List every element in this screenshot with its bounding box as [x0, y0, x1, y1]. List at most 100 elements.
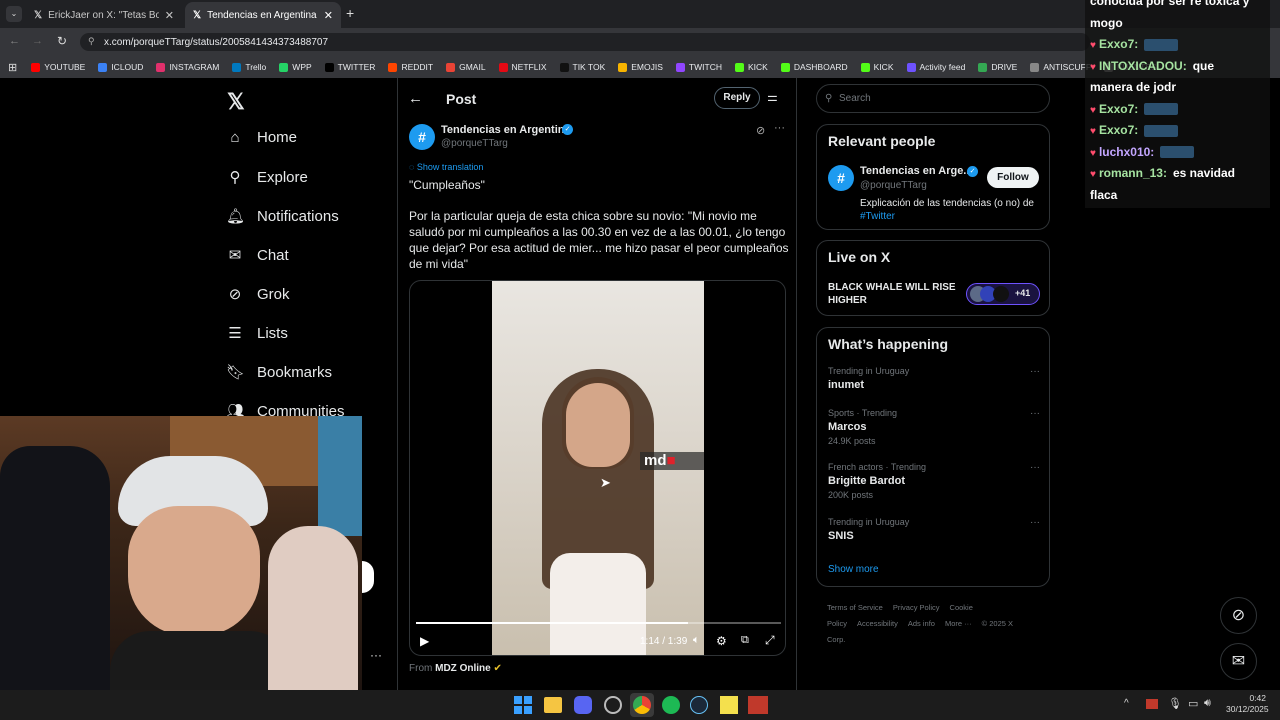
more-options-icon[interactable]: ···: [774, 122, 785, 134]
trend-item[interactable]: Sports · Trending Marcos 24.9K posts ···: [828, 408, 1040, 446]
file-explorer-icon[interactable]: [544, 697, 562, 713]
discord-icon[interactable]: [574, 696, 592, 714]
chrome-active-slot[interactable]: [630, 693, 654, 717]
play-icon[interactable]: ▶: [420, 634, 429, 648]
source-link[interactable]: MDZ Online: [435, 663, 491, 674]
bookmark-item[interactable]: TWITCH: [675, 62, 722, 72]
tab-search-icon[interactable]: ⌄: [6, 6, 22, 22]
hashtag-link[interactable]: #Twitter: [860, 211, 895, 222]
bookmark-item[interactable]: TWITTER: [324, 62, 375, 72]
tab-close-icon[interactable]: ✕: [324, 9, 333, 22]
bookmark-item[interactable]: INSTAGRAM: [156, 62, 219, 72]
nav-item-grok[interactable]: ⊘ Grok: [226, 285, 290, 304]
pip-icon[interactable]: ⧉: [741, 634, 749, 647]
bookmark-item[interactable]: KICK: [860, 62, 894, 72]
bookmark-item[interactable]: Activity feed: [906, 62, 965, 72]
tab-close-icon[interactable]: ✕: [165, 9, 174, 22]
bookmark-item[interactable]: Trello: [232, 62, 266, 72]
account-more-icon[interactable]: ···: [370, 648, 382, 662]
start-button-icon[interactable]: [514, 696, 532, 714]
trend-more-icon[interactable]: ···: [1030, 462, 1040, 473]
footer-link[interactable]: Terms of Service: [827, 603, 883, 612]
tab-erickjaer[interactable]: 𝕏 ErickJaer on X: "Tetas Boxy Fit h ✕: [26, 2, 182, 28]
chat-username[interactable]: Exxo7:: [1099, 37, 1138, 51]
show-more-link[interactable]: Show more: [828, 564, 879, 575]
chat-username[interactable]: INTOXICADOU:: [1099, 59, 1187, 73]
grok-icon[interactable]: ⊘: [756, 124, 765, 137]
live-space-title[interactable]: BLACK WHALE WILL RISE HIGHER: [828, 281, 958, 307]
grok-fab-icon[interactable]: ⊘: [1220, 597, 1257, 634]
follow-button[interactable]: Follow: [987, 167, 1039, 188]
nav-item-notifications[interactable]: 🔔︎ Notifications: [226, 207, 339, 226]
footer-link[interactable]: Accessibility: [857, 619, 898, 628]
spotify-icon[interactable]: [662, 696, 680, 714]
bookmark-item[interactable]: DRIVE: [978, 62, 1017, 72]
trend-item[interactable]: French actors · Trending Brigitte Bardot 2…: [828, 462, 1040, 500]
reply-button[interactable]: Reply: [714, 87, 760, 109]
bookmark-item[interactable]: KICK: [734, 62, 768, 72]
app-icon[interactable]: [748, 696, 768, 714]
nav-item-explore[interactable]: ⚲ Explore: [226, 168, 308, 187]
trend-item[interactable]: Trending in Uruguay inumet ···: [828, 366, 1040, 391]
tray-app-icon[interactable]: [1146, 699, 1158, 709]
clock[interactable]: 0:42 30/12/2025: [1226, 693, 1269, 715]
trend-more-icon[interactable]: ···: [1030, 366, 1040, 377]
avatar[interactable]: #: [828, 165, 854, 191]
volume-tray-icon[interactable]: 🔊︎: [1204, 697, 1211, 710]
avatar[interactable]: #: [409, 124, 435, 150]
footer-link[interactable]: Privacy Policy: [893, 603, 940, 612]
fullscreen-icon[interactable]: ⤢: [765, 633, 775, 648]
video-progress-track[interactable]: [416, 622, 781, 624]
nav-item-lists[interactable]: ☰ Lists: [226, 324, 288, 343]
bookmark-item[interactable]: ICLOUD: [98, 62, 143, 72]
bookmark-item[interactable]: YOUTUBE: [31, 62, 85, 72]
back-arrow-icon[interactable]: ←: [408, 90, 423, 107]
site-info-icon[interactable]: ⚲: [88, 36, 95, 47]
show-translation-link[interactable]: ◌ Show translation: [409, 162, 483, 172]
settings-sliders-icon[interactable]: ⚌: [767, 90, 778, 104]
bookmark-item[interactable]: TIK TOK: [559, 62, 605, 72]
forward-icon[interactable]: →: [32, 35, 43, 47]
bookmark-item[interactable]: NETFLIX: [498, 62, 547, 72]
volume-icon[interactable]: 🔈︎: [693, 634, 700, 647]
footer-link[interactable]: More ···: [945, 619, 972, 628]
bookmark-item[interactable]: ANTISCUFF: [1030, 62, 1091, 72]
microphone-icon[interactable]: 🎙︎: [1168, 697, 1182, 710]
back-icon[interactable]: ←: [9, 35, 20, 47]
author-name[interactable]: Tendencias en Argentina: [441, 124, 571, 136]
tab-tendencias[interactable]: 𝕏 Tendencias en Argentina on X: ✕: [185, 2, 341, 28]
trend-item[interactable]: Trending in Uruguay SNIS ···: [828, 517, 1040, 542]
footer-link[interactable]: Ads info: [908, 619, 935, 628]
network-icon[interactable]: ▭: [1188, 697, 1198, 710]
trend-more-icon[interactable]: ···: [1030, 408, 1040, 419]
bookmark-item[interactable]: GMAIL: [446, 62, 486, 72]
tray-chevron-icon[interactable]: ^: [1124, 698, 1129, 709]
settings-gear-icon[interactable]: ⚙: [716, 634, 727, 648]
nav-item-home[interactable]: ⌂ Home: [226, 129, 297, 146]
nav-item-chat[interactable]: ✉ Chat: [226, 246, 289, 265]
trend-more-icon[interactable]: ···: [1030, 517, 1040, 528]
url-bar[interactable]: ⚲ x.com/porqueTTarg/status/2005841434373…: [80, 33, 1090, 51]
chat-username[interactable]: Exxo7:: [1099, 123, 1138, 137]
apps-icon[interactable]: ⊞: [8, 61, 17, 74]
steam-icon[interactable]: [690, 696, 708, 714]
nav-item-bookmarks[interactable]: 🔖︎ Bookmarks: [226, 363, 332, 382]
obs-icon[interactable]: [604, 696, 622, 714]
chat-username[interactable]: Exxo7:: [1099, 102, 1138, 116]
live-listeners[interactable]: +41: [966, 283, 1040, 305]
video-player[interactable]: md■ ➤ ▶ 1:14 / 1:39 🔈︎ ⚙ ⧉ ⤢: [409, 280, 786, 656]
reload-icon[interactable]: ↻: [57, 34, 67, 48]
chat-username[interactable]: romann_13:: [1099, 166, 1167, 180]
search-input[interactable]: ⚲ Search: [816, 84, 1050, 113]
messages-fab-icon[interactable]: ✉: [1220, 643, 1257, 680]
x-logo-icon[interactable]: 𝕏: [227, 89, 245, 115]
chat-username[interactable]: luchx010:: [1099, 145, 1154, 159]
bookmark-item[interactable]: DASHBOARD: [780, 62, 848, 72]
author-handle[interactable]: @porqueTTarg: [441, 138, 508, 149]
person-name[interactable]: Tendencias en Arge...: [860, 165, 972, 177]
bookmark-item[interactable]: REDDIT: [388, 62, 433, 72]
bookmark-item[interactable]: WPP: [279, 62, 312, 72]
bookmark-item[interactable]: EMOJIS: [618, 62, 663, 72]
new-tab-button[interactable]: +: [346, 5, 354, 21]
sticky-notes-icon[interactable]: [720, 696, 738, 714]
